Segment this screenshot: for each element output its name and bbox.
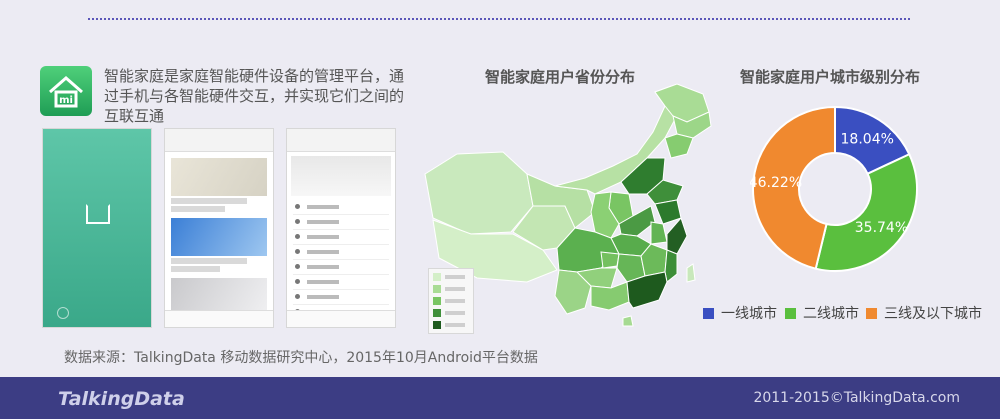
legend-item-tier2: 二线城市 [785, 303, 859, 323]
leaf-icon [57, 307, 69, 319]
province-hainan [622, 315, 634, 327]
phone-tab-bar [165, 310, 273, 327]
device-text [171, 206, 225, 212]
list-item [293, 215, 389, 230]
copyright-text: 2011-2015©TalkingData.com [753, 390, 960, 406]
list-item [293, 260, 389, 275]
talkingdata-logo: TalkingData [58, 388, 185, 410]
province-taiwan [686, 263, 696, 283]
province-jiangsu [654, 199, 682, 225]
province-xinjiang [424, 151, 534, 235]
device-text [171, 258, 247, 264]
legend-item-tier1: 一线城市 [703, 303, 777, 323]
province-liaoning [664, 133, 694, 159]
map-legend-row [433, 284, 469, 293]
list-item [293, 245, 389, 260]
legend-item-tier3: 三线及以下城市 [866, 303, 982, 323]
map-legend-row [433, 308, 469, 317]
home-icon: mi [40, 66, 92, 116]
map-legend-row [433, 272, 469, 281]
province-fujian [664, 249, 678, 283]
phone-bottom-bar [287, 310, 395, 327]
city-tier-donut-chart: 18.04% 35.74% 46.22% [750, 105, 918, 272]
phone-status-bar [287, 129, 395, 152]
list-item [293, 275, 389, 290]
province-chongqing [600, 251, 620, 269]
legend-swatch [866, 307, 877, 319]
province-zhejiang [666, 217, 688, 255]
donut-title: 智能家庭用户城市级别分布 [739, 68, 920, 86]
phone-screenshot-devices [164, 128, 274, 328]
list-item [293, 200, 389, 215]
device-text [171, 198, 247, 204]
phone-nav-bar [165, 129, 273, 152]
mi-home-icon [86, 204, 110, 224]
legend-label: 二线城市 [803, 306, 859, 322]
svg-text:mi: mi [59, 95, 73, 106]
blurred-header [291, 156, 391, 196]
donut-value-label: 18.04% [841, 131, 894, 147]
phone-screenshot-list [286, 128, 396, 328]
top-divider [88, 18, 910, 20]
footer-bar: TalkingData 2011-2015©TalkingData.com [0, 377, 1000, 419]
donut-value-label: 46.22% [750, 175, 802, 191]
list-item [293, 230, 389, 245]
app-description: 智能家庭是家庭智能硬件设备的管理平台，通过手机与各智能硬件交互，并实现它们之间的… [104, 67, 405, 125]
data-source-note: 数据来源：TalkingData 移动数据研究中心，2015年10月Androi… [64, 350, 538, 366]
device-text [171, 266, 220, 272]
legend-label: 一线城市 [721, 306, 777, 322]
device-photo [171, 158, 267, 196]
map-legend-row [433, 296, 469, 305]
legend-swatch [703, 307, 714, 319]
list-item [293, 290, 389, 305]
phone-screenshot-launch [42, 128, 152, 328]
device-photo [171, 218, 267, 256]
legend-swatch [785, 307, 796, 319]
province-anhui [650, 221, 668, 245]
phone-status-bar [43, 129, 151, 151]
map-legend [428, 268, 474, 334]
map-legend-row [433, 320, 469, 329]
legend-label: 三线及以下城市 [884, 306, 982, 322]
donut-value-label: 35.74% [855, 220, 908, 236]
